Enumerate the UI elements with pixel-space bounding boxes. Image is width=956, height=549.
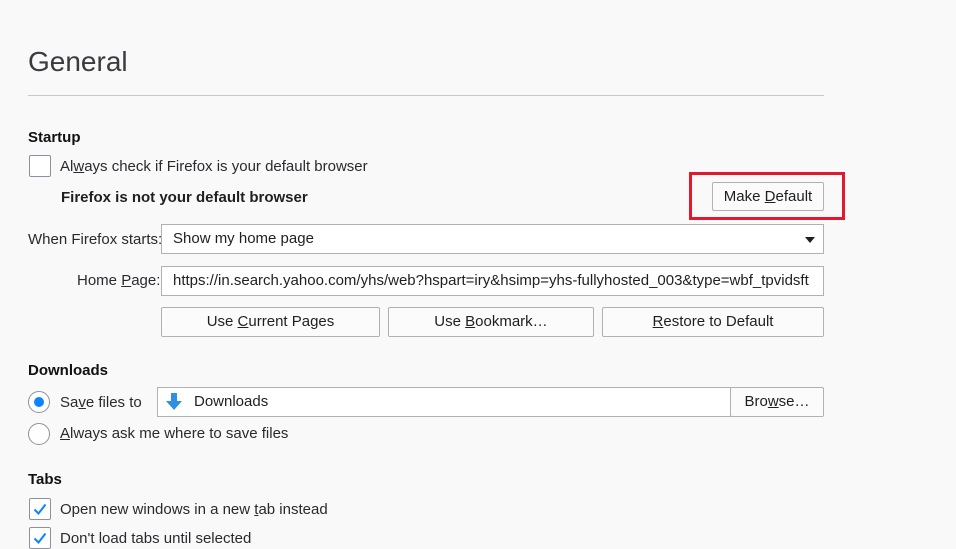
open-new-windows-checkbox[interactable] [29,498,51,520]
chevron-down-icon [805,237,815,243]
page-title: General [28,46,128,77]
checkmark-icon [33,532,47,545]
always-check-default-checkbox[interactable] [29,155,51,177]
home-page-input[interactable]: https://in.search.yahoo.com/yhs/web?hspa… [161,266,824,296]
startup-section-title: Startup [28,129,81,146]
download-arrow-icon [166,393,182,411]
save-files-label[interactable]: Save files to [60,394,142,412]
make-default-highlight [689,172,845,220]
browse-button[interactable]: Browse… [730,387,824,417]
use-current-pages-button[interactable]: Use Current Pages [161,307,380,337]
when-starts-select[interactable]: Show my home page [161,224,824,254]
not-default-message: Firefox is not your default browser [61,189,308,206]
download-folder-field[interactable]: Downloads [157,387,731,417]
restore-to-default-button[interactable]: Restore to Default [602,307,824,337]
download-folder-name: Downloads [194,393,269,410]
save-files-radio[interactable] [28,391,50,413]
downloads-section-title: Downloads [28,362,109,379]
tabs-section-title: Tabs [28,471,62,488]
when-starts-value: Show my home page [173,230,314,247]
open-new-windows-label[interactable]: Open new windows in a new tab instead [60,501,328,519]
title-divider [28,95,824,96]
dont-load-tabs-checkbox[interactable] [29,527,51,549]
dont-load-tabs-label[interactable]: Don't load tabs until selected [60,530,251,548]
always-ask-radio[interactable] [28,423,50,445]
when-starts-label: When Firefox starts: [28,231,163,248]
checkmark-icon [33,503,47,516]
home-page-label: Home Page: [77,272,161,289]
always-check-default-label[interactable]: Always check if Firefox is your default … [60,158,368,176]
use-bookmark-button[interactable]: Use Bookmark… [388,307,594,337]
always-ask-label[interactable]: Always ask me where to save files [60,425,288,443]
